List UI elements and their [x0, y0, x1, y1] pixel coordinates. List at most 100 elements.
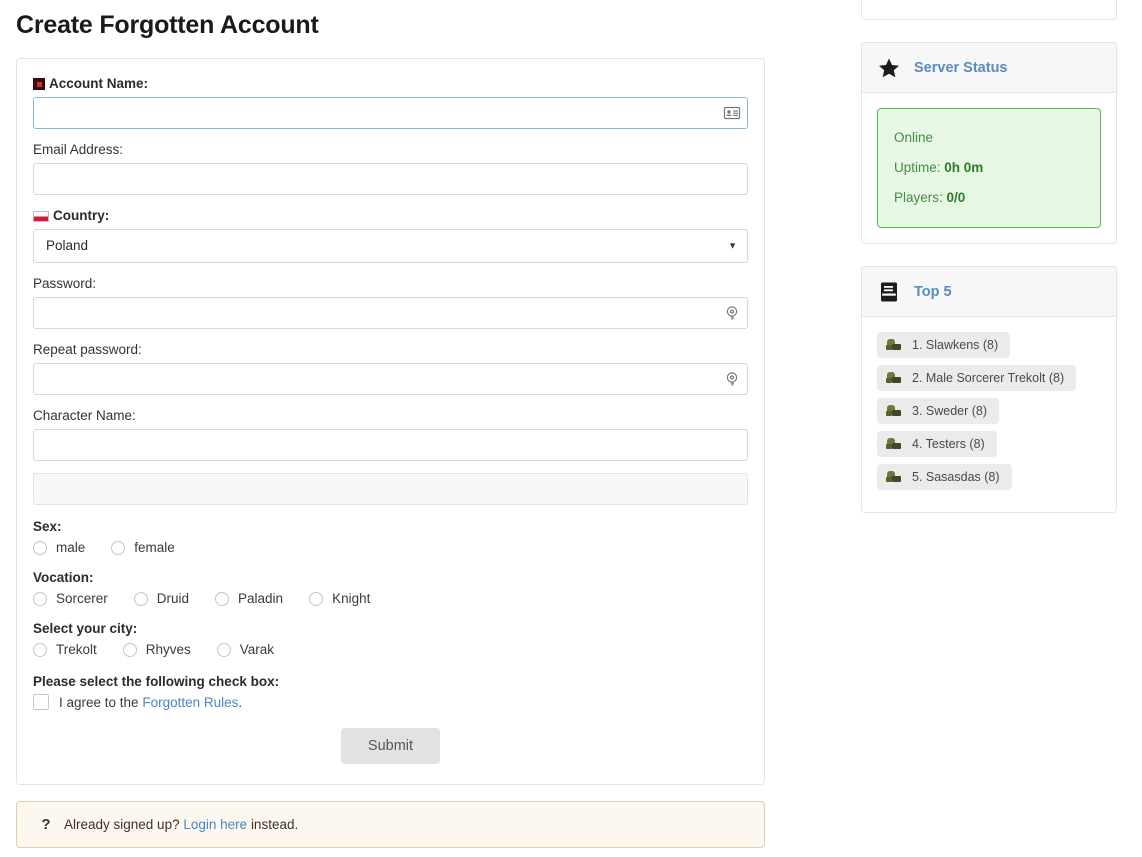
agree-checkbox[interactable] [33, 694, 49, 710]
server-status-header: Server Status [862, 43, 1116, 93]
server-status-title: Server Status [914, 60, 1008, 76]
top5-item-label: 5. Sasasdas (8) [912, 470, 1000, 484]
list-item[interactable]: 1. Slawkens (8) [877, 332, 1010, 358]
account-name-label-text: Account Name: [49, 76, 148, 91]
radio-sex-female[interactable]: female [111, 540, 175, 556]
page-title: Create Forgotten Account [16, 8, 765, 42]
outfit-sprite-icon [885, 469, 903, 485]
list-item[interactable]: 5. Sasasdas (8) [877, 464, 1012, 490]
top5-list: 1. Slawkens (8) 2. Male Sorcerer Trekolt… [877, 332, 1101, 497]
submit-button[interactable]: Submit [341, 728, 440, 764]
extra-disabled-input[interactable] [33, 473, 748, 505]
main-column: Create Forgotten Account Account Name: [16, 0, 765, 848]
login-alert-text-before: Already signed up? [64, 817, 180, 832]
repeat-password-label: Repeat password: [33, 341, 748, 358]
agreement-text: I agree to the Forgotten Rules. [59, 695, 242, 710]
outfit-sprite-icon [885, 403, 903, 419]
radio-circle-icon[interactable] [309, 592, 323, 606]
email-label: Email Address: [33, 141, 748, 158]
radio-city-rhyves[interactable]: Rhyves [123, 642, 191, 658]
top5-header: Top 5 [862, 267, 1116, 317]
radio-label: Trekolt [56, 642, 97, 658]
players-value: 0/0 [947, 190, 966, 205]
repeat-password-input-wrap [33, 363, 748, 395]
radio-circle-icon[interactable] [33, 592, 47, 606]
uptime-label: Uptime: [894, 160, 941, 175]
country-select[interactable]: Poland [33, 229, 748, 263]
page-root: Create Forgotten Account Account Name: [0, 0, 1142, 857]
field-password: Password: [33, 275, 748, 329]
radio-label: Sorcerer [56, 591, 108, 607]
group-city: Select your city: Trekolt Rhyves Varak [33, 621, 748, 658]
outfit-sprite-icon [885, 370, 903, 386]
radio-label: Paladin [238, 591, 283, 607]
radio-vocation-knight[interactable]: Knight [309, 591, 370, 607]
forgotten-rules-link[interactable]: Forgotten Rules [142, 695, 238, 710]
radio-label: Varak [240, 642, 274, 658]
login-alert: ? Already signed up? Login here instead. [16, 801, 765, 848]
players-label: Players: [894, 190, 943, 205]
field-account-name: Account Name: [33, 75, 748, 129]
radio-label: female [134, 540, 175, 556]
group-vocation: Vocation: Sorcerer Druid Paladin [33, 570, 748, 607]
sidebar-column: Server Status Online Uptime: 0h 0m Playe… [861, 0, 1117, 513]
top5-item-label: 4. Testers (8) [912, 437, 985, 451]
password-input-wrap [33, 297, 748, 329]
top5-body: 1. Slawkens (8) 2. Male Sorcerer Trekolt… [862, 317, 1116, 512]
account-name-label: Account Name: [33, 75, 748, 92]
character-name-label: Character Name: [33, 407, 748, 424]
field-extra-disabled [33, 473, 748, 505]
outfit-sprite-icon [885, 337, 903, 353]
sex-label: Sex: [33, 519, 748, 534]
password-label: Password: [33, 275, 748, 292]
radio-circle-icon[interactable] [215, 592, 229, 606]
character-name-input-wrap [33, 429, 748, 461]
radio-label: Knight [332, 591, 370, 607]
list-item[interactable]: 3. Sweder (8) [877, 398, 999, 424]
list-item[interactable]: 4. Testers (8) [877, 431, 997, 457]
sex-options: male female [33, 540, 748, 556]
agreement-title: Please select the following check box: [33, 674, 748, 689]
email-input[interactable] [33, 163, 748, 195]
radio-vocation-druid[interactable]: Druid [134, 591, 189, 607]
field-repeat-password: Repeat password: [33, 341, 748, 395]
account-name-input[interactable] [33, 97, 748, 129]
uptime-value: 0h 0m [944, 160, 983, 175]
radio-circle-icon[interactable] [123, 643, 137, 657]
agreement-text-before: I agree to the [59, 695, 139, 710]
server-state: Online [894, 123, 1084, 153]
account-name-input-wrap [33, 97, 748, 129]
radio-label: Rhyves [146, 642, 191, 658]
radio-circle-icon[interactable] [33, 643, 47, 657]
registration-form-panel: Account Name: [16, 58, 765, 785]
radio-circle-icon[interactable] [111, 541, 125, 555]
radio-vocation-paladin[interactable]: Paladin [215, 591, 283, 607]
vocation-label: Vocation: [33, 570, 748, 585]
radio-city-trekolt[interactable]: Trekolt [33, 642, 97, 658]
repeat-password-input[interactable] [33, 363, 748, 395]
chevron-down-icon: ▼ [728, 242, 737, 251]
radio-circle-icon[interactable] [33, 541, 47, 555]
question-mark-icon: ? [33, 816, 59, 833]
login-here-link[interactable]: Login here [183, 817, 247, 832]
radio-circle-icon[interactable] [217, 643, 231, 657]
agreement-text-after: . [238, 695, 242, 710]
server-status-panel: Server Status Online Uptime: 0h 0m Playe… [861, 42, 1117, 244]
login-alert-text-after: instead. [251, 817, 298, 832]
radio-city-varak[interactable]: Varak [217, 642, 274, 658]
panel-above-cutoff [861, 0, 1117, 20]
password-input[interactable] [33, 297, 748, 329]
character-name-input[interactable] [33, 429, 748, 461]
city-options: Trekolt Rhyves Varak [33, 642, 748, 658]
country-label-text: Country: [53, 208, 109, 223]
list-item[interactable]: 2. Male Sorcerer Trekolt (8) [877, 365, 1076, 391]
top5-item-label: 2. Male Sorcerer Trekolt (8) [912, 371, 1064, 385]
submit-row: Submit [33, 728, 748, 764]
radio-sex-male[interactable]: male [33, 540, 85, 556]
top5-panel: Top 5 1. Slawkens (8) 2. Male Sorcerer T… [861, 266, 1117, 513]
radio-vocation-sorcerer[interactable]: Sorcerer [33, 591, 108, 607]
radio-circle-icon[interactable] [134, 592, 148, 606]
country-select-wrap[interactable]: Poland ▼ [33, 229, 748, 263]
book-icon [878, 281, 900, 303]
server-status-body: Online Uptime: 0h 0m Players: 0/0 [862, 93, 1116, 243]
